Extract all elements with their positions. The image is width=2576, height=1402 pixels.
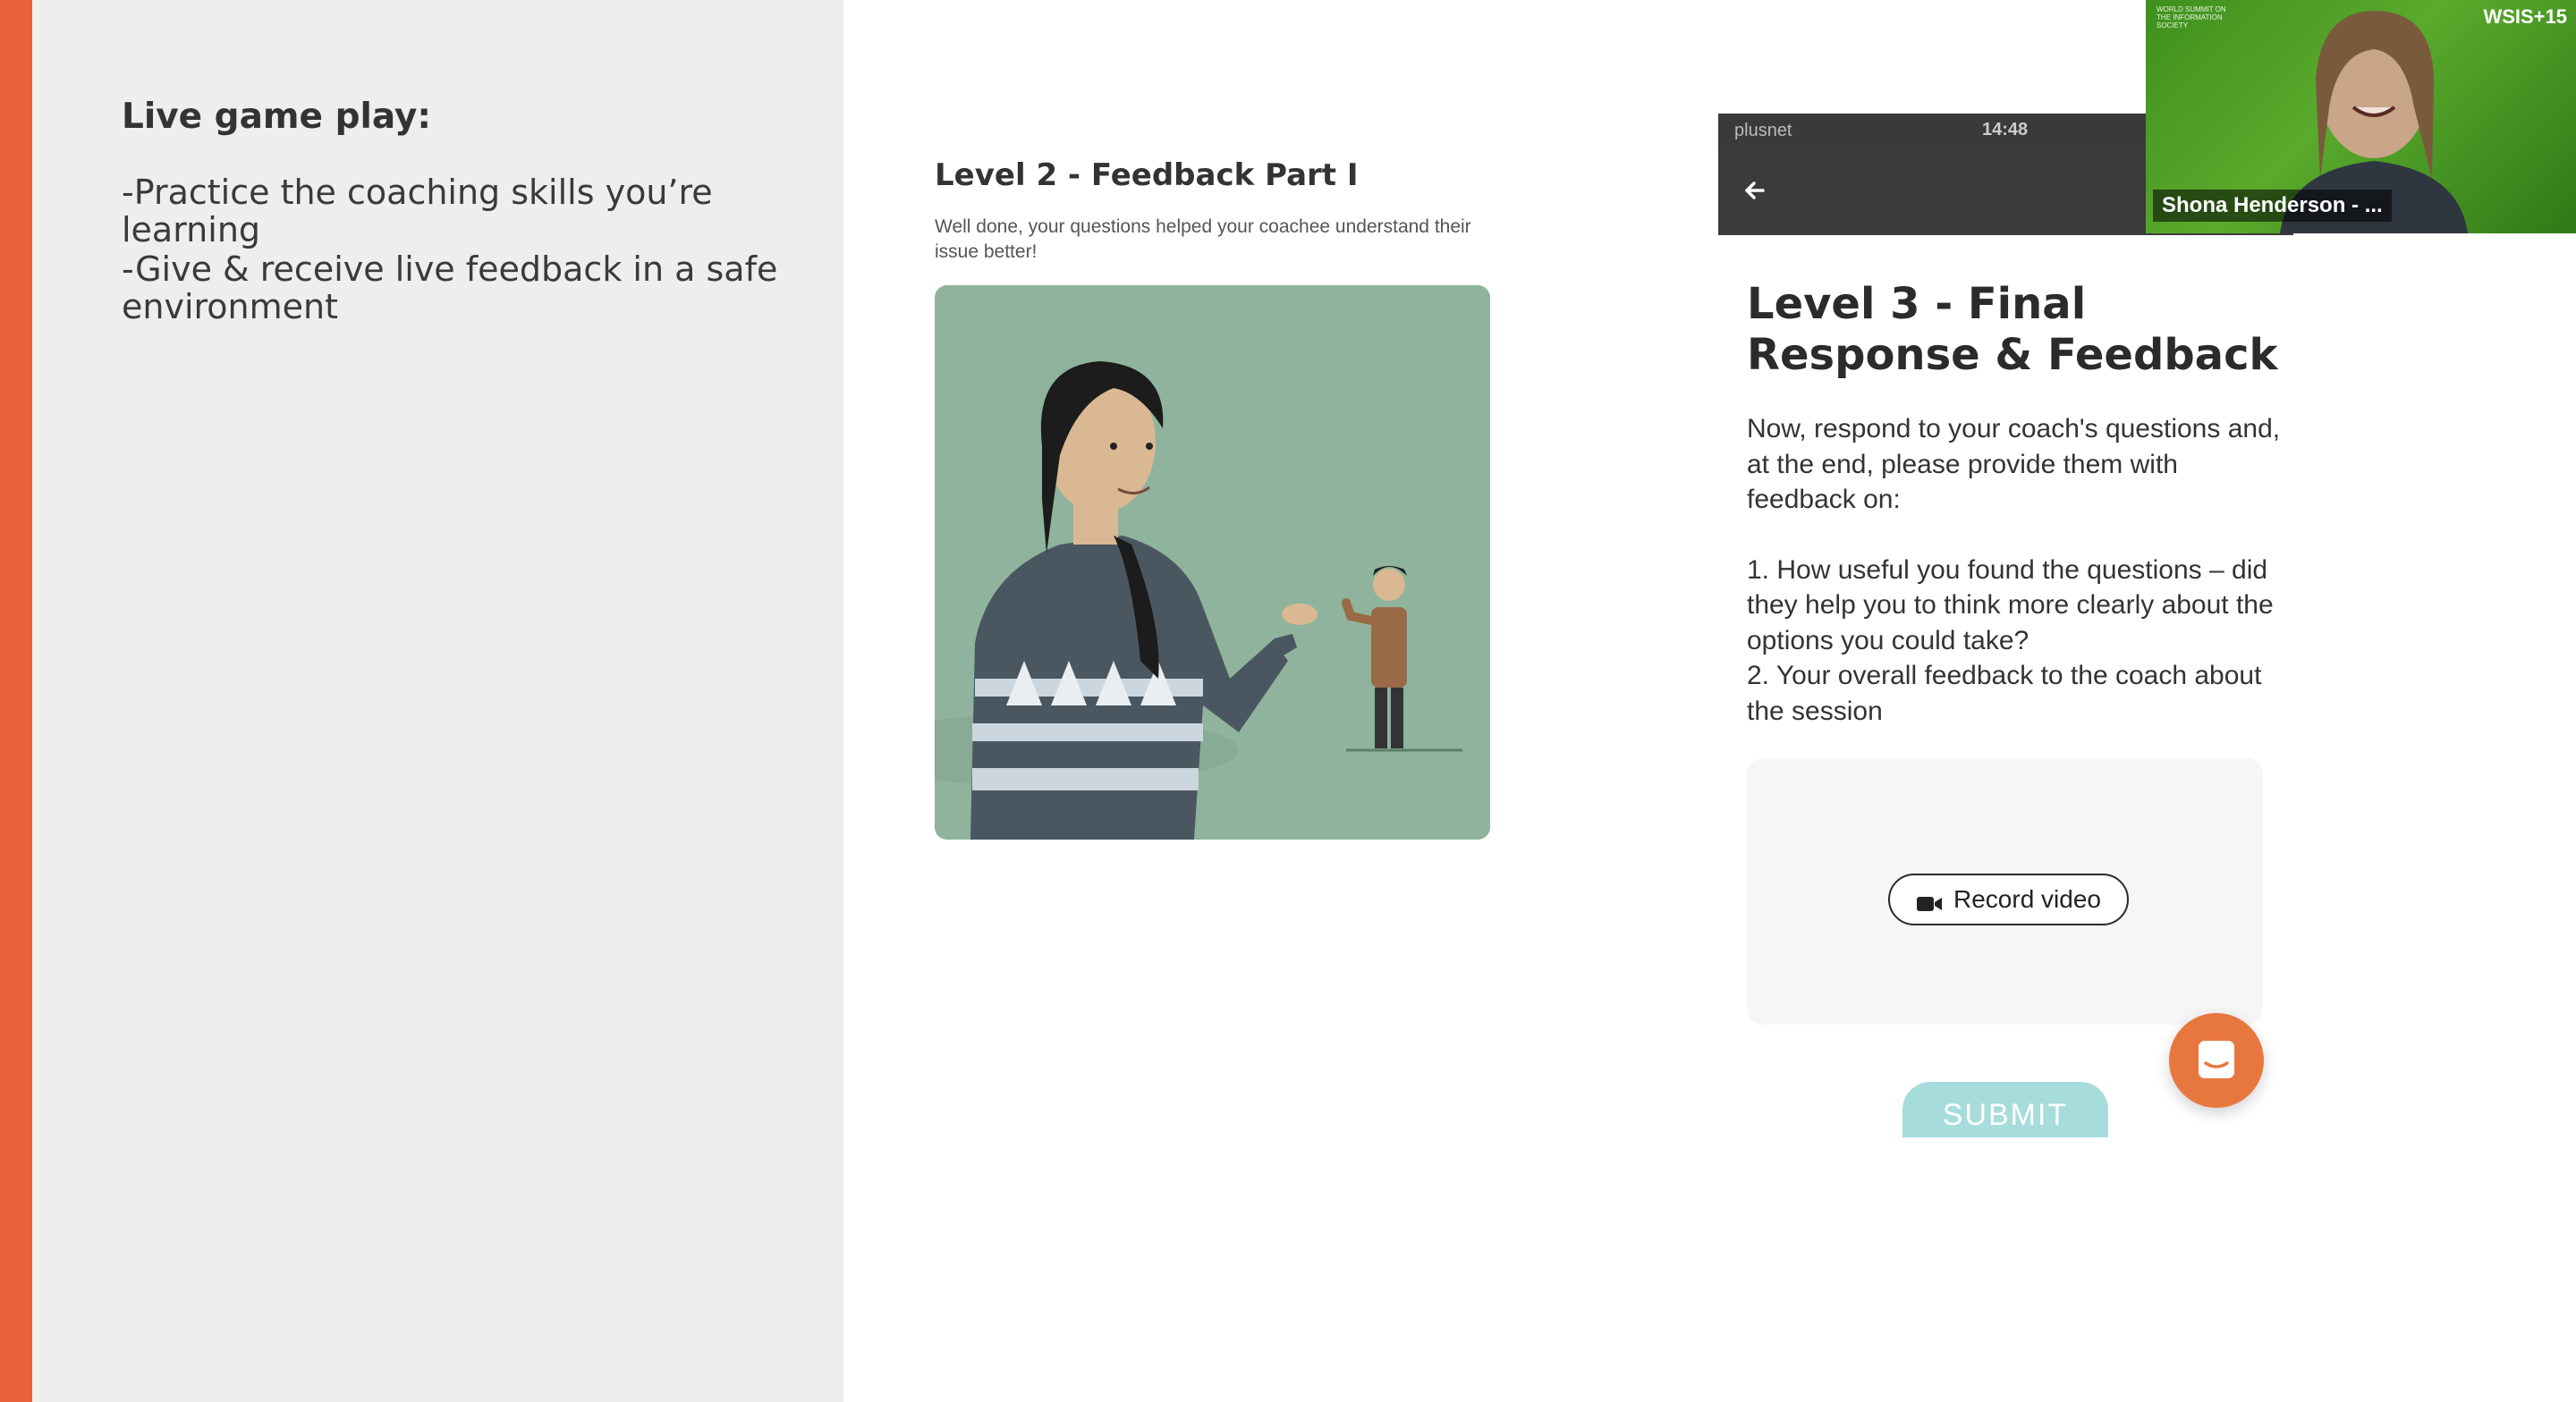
level2-body: Well done, your questions helped your co… [935, 216, 1471, 262]
arrow-left-icon[interactable] [1738, 173, 1774, 208]
status-time: 14:48 [1982, 120, 2029, 139]
coaching-illustration-svg [935, 285, 1490, 840]
slide-heading: Live game play: [122, 97, 431, 137]
phone-status-bar: plusnet 14:48 [1718, 114, 2146, 149]
participant-video-tile: WORLD SUMMIT ON THE INFORMATION SOCIETY … [2146, 0, 2576, 233]
coaching-illustration [935, 285, 1490, 840]
chat-icon [2199, 1041, 2234, 1078]
chat-button[interactable] [2169, 1013, 2264, 1108]
record-video-button[interactable]: Record video [1888, 874, 2129, 925]
video-camera-icon [1916, 891, 1943, 911]
record-video-label: Record video [1953, 885, 2101, 913]
level3-item-1: 1. How useful you found the questions – … [1747, 554, 2274, 655]
level3-item-2: 2. Your overall feedback to the coach ab… [1747, 661, 2262, 726]
level3-instructions: Now, respond to your coach's questions a… [1747, 411, 2284, 729]
bullet-feedback: -Give & receive live feedback in a safe … [122, 249, 778, 326]
submit-button[interactable]: SUBMIT [1902, 1082, 2108, 1137]
wsis-logo-text: WORLD SUMMIT ON THE INFORMATION SOCIETY [2157, 5, 2226, 30]
presentation-slide: Live game play: -Practice the coaching s… [0, 0, 2576, 1402]
participant-name: Shona Henderson - ... [2153, 190, 2392, 222]
level2-title: Level 2 - Feedback Part I [935, 157, 1359, 193]
wsis-badge: WSIS+15 [2483, 5, 2567, 28]
bullet-practice: -Practice the coaching skills you’re lea… [122, 173, 713, 249]
carrier-label: plusnet [1734, 121, 1792, 140]
left-panel: Live game play: -Practice the coaching s… [32, 0, 843, 1402]
accent-bar [0, 0, 32, 1402]
level3-title: Level 3 - Final Response & Feedback [1747, 279, 2278, 380]
level3-intro: Now, respond to your coach's questions a… [1747, 414, 2281, 514]
